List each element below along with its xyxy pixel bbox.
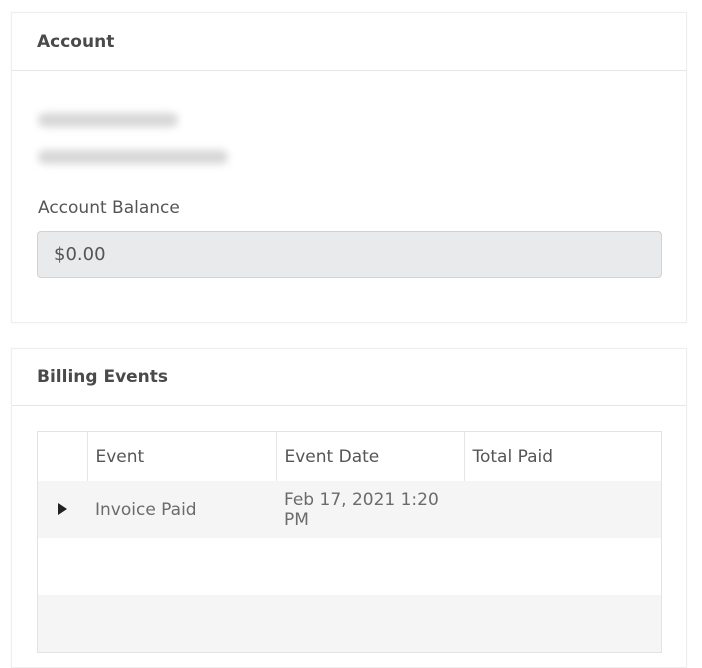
expand-column-header bbox=[38, 432, 87, 481]
expand-cell[interactable] bbox=[38, 481, 87, 538]
account-card: Account Account Balance bbox=[11, 12, 687, 323]
redacted-account-name bbox=[38, 113, 178, 127]
empty-table-row bbox=[38, 595, 661, 652]
table-header-row: Event Event Date Total Paid bbox=[38, 432, 661, 481]
table-row[interactable]: Invoice Paid Feb 17, 2021 1:20 PM bbox=[38, 481, 661, 538]
event-date-cell: Feb 17, 2021 1:20 PM bbox=[276, 481, 464, 538]
total-paid-cell bbox=[464, 481, 661, 538]
column-header-total-paid[interactable]: Total Paid bbox=[463, 432, 661, 481]
expand-caret-icon[interactable] bbox=[58, 502, 67, 515]
billing-events-card: Billing Events Event Event Date Total Pa… bbox=[11, 348, 687, 668]
billing-events-header: Billing Events bbox=[12, 349, 686, 406]
account-balance-label: Account Balance bbox=[38, 198, 180, 218]
account-title: Account bbox=[37, 31, 115, 52]
redacted-account-email bbox=[38, 150, 228, 164]
billing-events-table: Event Event Date Total Paid Invoice Paid… bbox=[37, 431, 662, 653]
billing-events-title: Billing Events bbox=[37, 367, 169, 387]
column-header-event-date[interactable]: Event Date bbox=[275, 432, 464, 481]
empty-table-row bbox=[38, 538, 661, 595]
account-card-header: Account bbox=[12, 13, 686, 71]
event-cell: Invoice Paid bbox=[87, 481, 276, 538]
account-balance-field[interactable] bbox=[37, 231, 662, 278]
column-header-event[interactable]: Event bbox=[86, 432, 276, 481]
